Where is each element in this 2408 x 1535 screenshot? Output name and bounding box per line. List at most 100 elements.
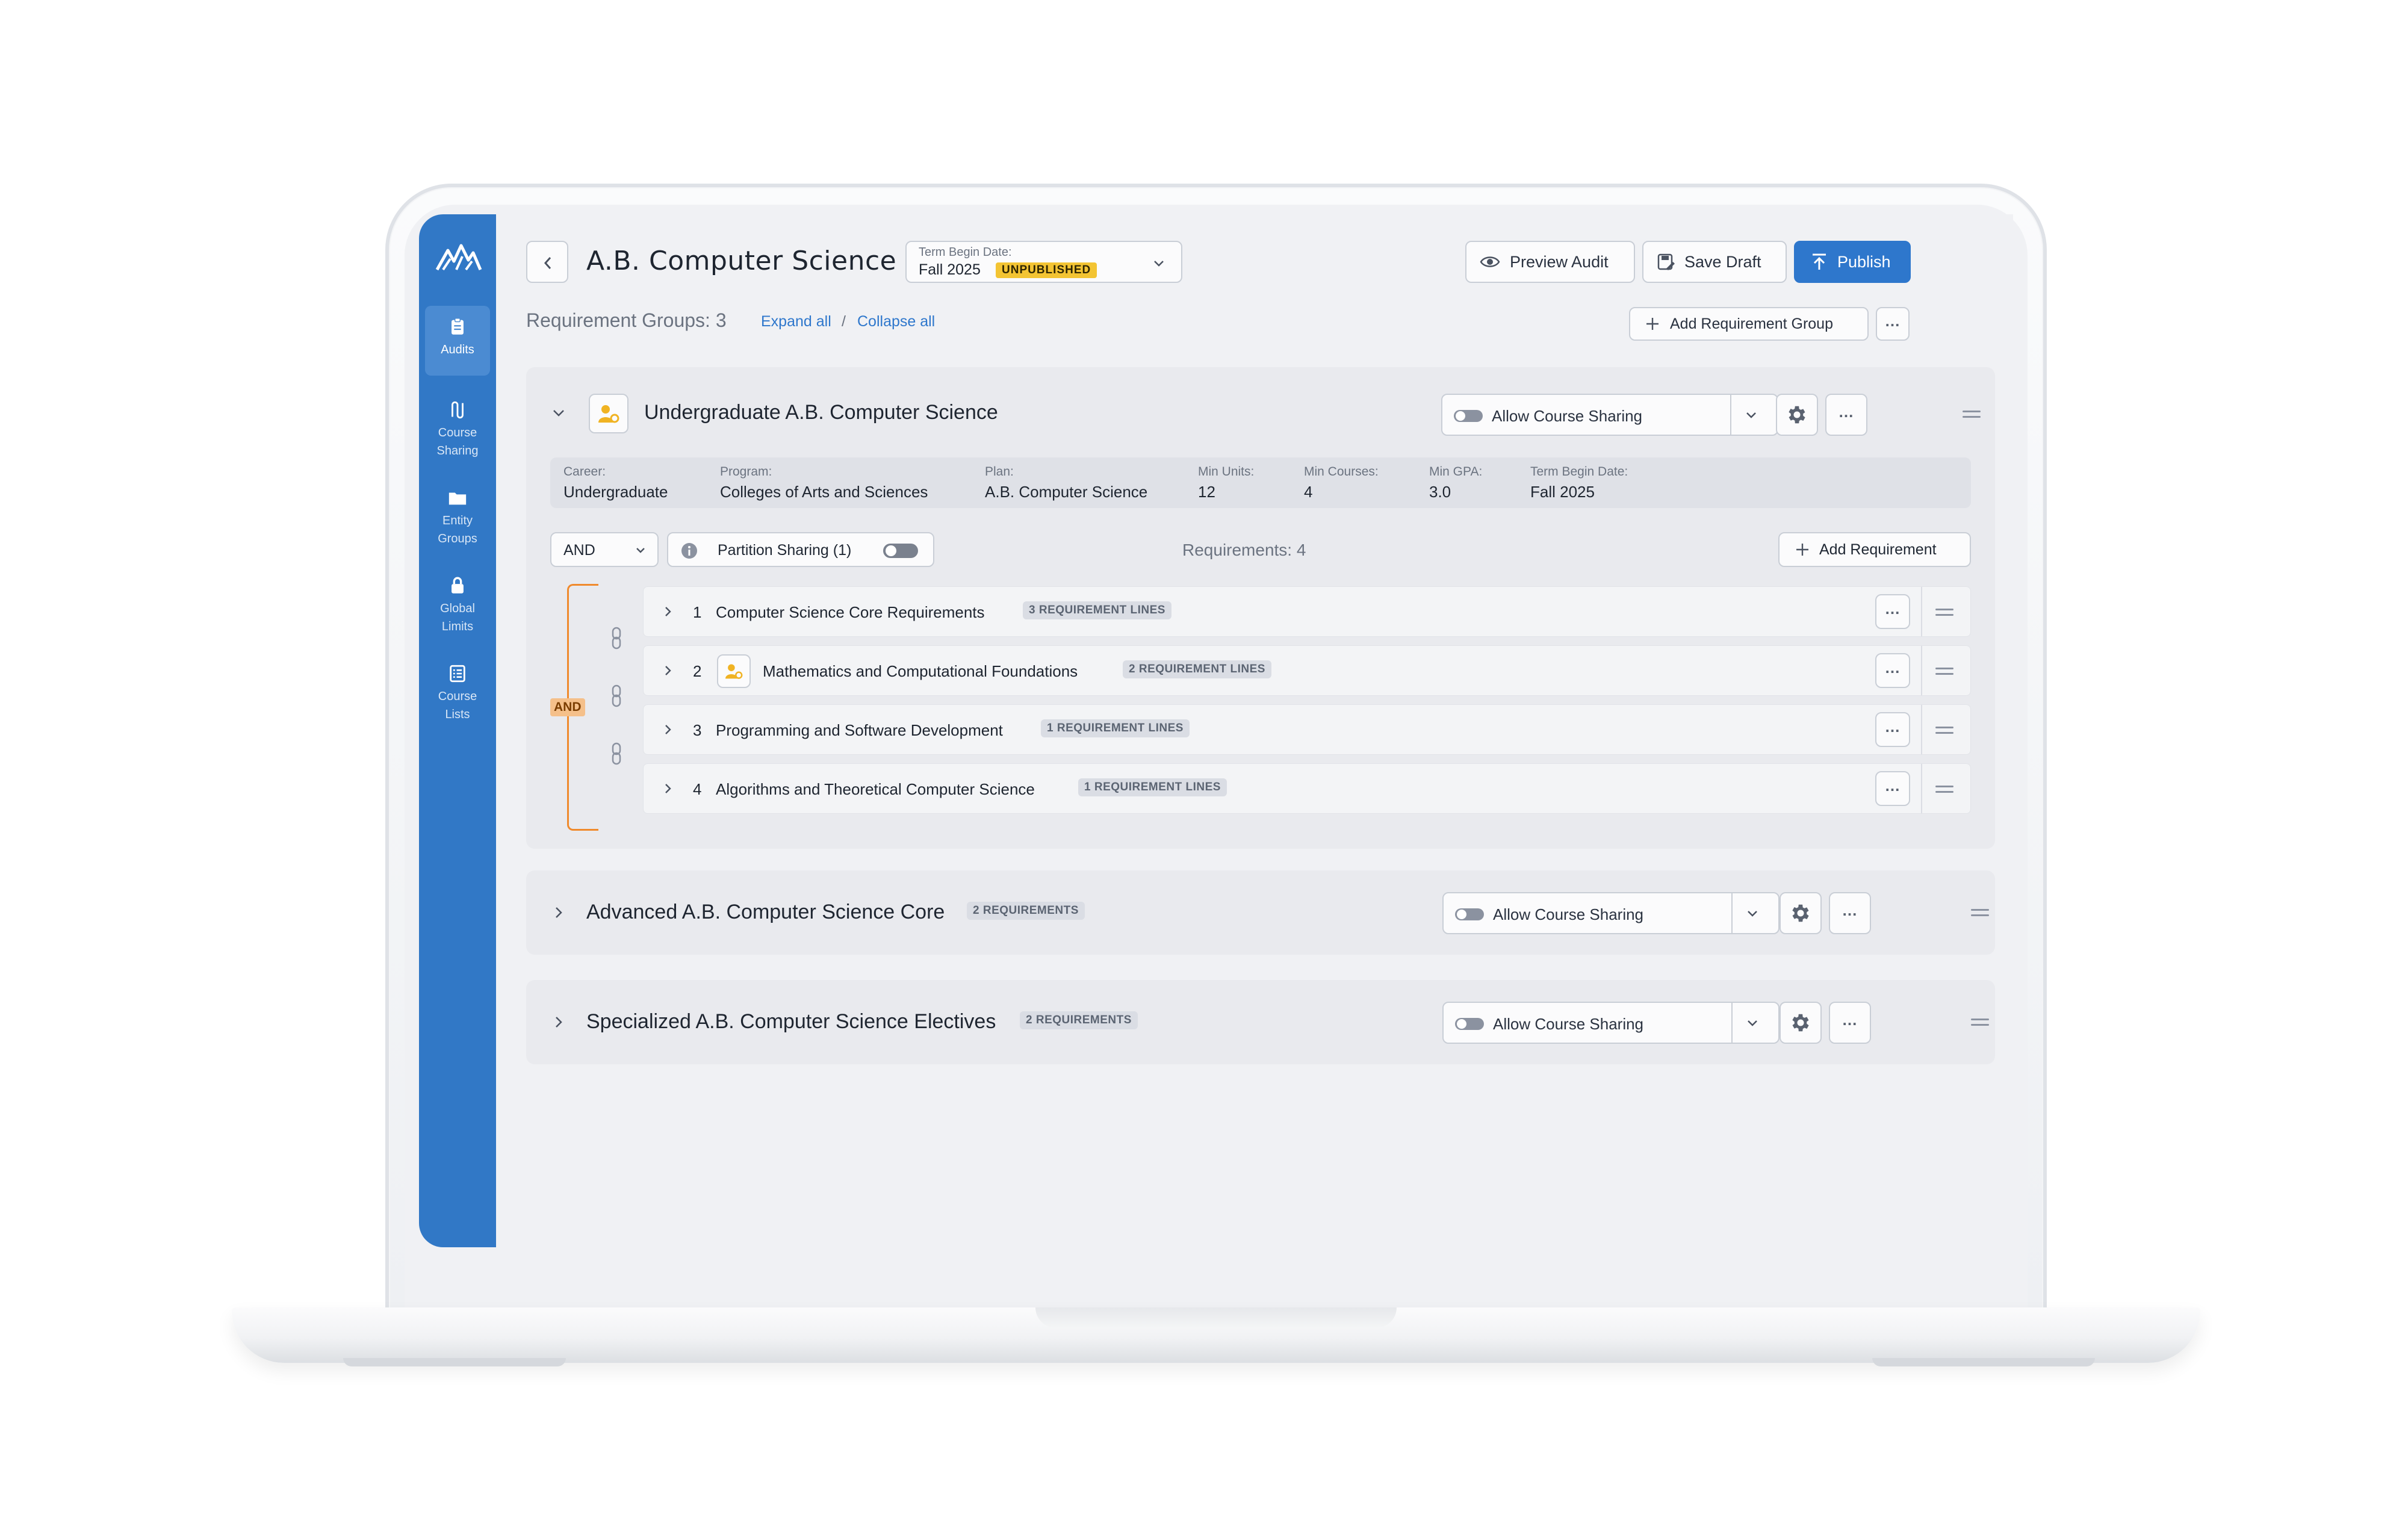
info-key: Term Begin Date: bbox=[1530, 465, 1628, 479]
add-requirement-label: Add Requirement bbox=[1819, 541, 1937, 558]
sidebar-item-label: Course bbox=[438, 690, 477, 703]
collapse-all-link[interactable]: Collapse all bbox=[857, 313, 935, 330]
chevron-down-icon[interactable] bbox=[1743, 407, 1759, 423]
save-icon bbox=[1657, 253, 1675, 270]
add-requirement-button[interactable]: Add Requirement bbox=[1778, 532, 1971, 567]
group-more-button[interactable]: … bbox=[1829, 1002, 1871, 1044]
upload-icon bbox=[1813, 253, 1826, 270]
toggle-switch[interactable] bbox=[1453, 409, 1483, 423]
chevron-right-icon[interactable] bbox=[660, 604, 675, 619]
gear-icon bbox=[1792, 904, 1809, 922]
add-requirement-group-button[interactable]: Add Requirement Group bbox=[1629, 307, 1869, 341]
chevron-right-icon[interactable] bbox=[660, 663, 675, 678]
expand-all-link[interactable]: Expand all bbox=[761, 313, 831, 330]
sidebar-item-label: Entity bbox=[442, 514, 473, 527]
ellipsis-icon: … bbox=[1884, 659, 1901, 677]
sidebar-item-label: Lists bbox=[445, 708, 470, 721]
info-key: Min Courses: bbox=[1304, 465, 1379, 479]
divider bbox=[1731, 1003, 1733, 1043]
group-settings-button[interactable] bbox=[1780, 892, 1822, 934]
info-value: Colleges of Arts and Sciences bbox=[720, 483, 928, 501]
sidebar-item-global-limits[interactable]: Global Limits bbox=[425, 565, 490, 634]
drag-handle-icon[interactable] bbox=[1935, 727, 1953, 735]
requirement-more-button[interactable]: … bbox=[1875, 712, 1910, 747]
lock-icon bbox=[452, 577, 464, 594]
plus-icon bbox=[1796, 544, 1808, 556]
laptop-foot-left bbox=[343, 1358, 566, 1366]
sidebar-item-course-lists[interactable]: Course Lists bbox=[425, 653, 490, 722]
requirement-lines-badge: 3 REQUIREMENT LINES bbox=[1023, 601, 1171, 619]
drag-handle-icon[interactable] bbox=[1935, 786, 1953, 794]
requirement-row[interactable]: 1 Computer Science Core Requirements 3 R… bbox=[643, 586, 1971, 637]
info-value: A.B. Computer Science bbox=[985, 483, 1148, 501]
drag-handle-icon[interactable] bbox=[1963, 411, 1981, 419]
ellipsis-icon: … bbox=[1842, 901, 1858, 919]
chevron-down-icon[interactable] bbox=[1745, 905, 1760, 921]
group-settings-button[interactable] bbox=[1776, 394, 1818, 436]
link-icon[interactable] bbox=[609, 626, 624, 650]
chevron-right-icon[interactable] bbox=[660, 781, 675, 796]
term-select[interactable]: Term Begin Date: Fall 2025 UNPUBLISHED bbox=[905, 241, 1182, 283]
group-settings-button[interactable] bbox=[1780, 1002, 1822, 1044]
divider bbox=[1730, 395, 1731, 435]
course-sharing-control[interactable]: Allow Course Sharing bbox=[1441, 394, 1778, 436]
link-icon[interactable] bbox=[609, 742, 624, 766]
status-badge: UNPUBLISHED bbox=[996, 262, 1097, 278]
sidebar-item-label: Limits bbox=[441, 620, 474, 633]
info-min-units: Min Units: 12 bbox=[1198, 465, 1254, 501]
save-draft-button[interactable]: Save Draft bbox=[1642, 241, 1787, 283]
group-more-button[interactable]: … bbox=[1829, 892, 1871, 934]
chevron-right-icon[interactable] bbox=[550, 1014, 567, 1031]
partition-sharing-control[interactable]: Partition Sharing (1) bbox=[667, 532, 934, 567]
back-button[interactable] bbox=[526, 241, 568, 283]
divider bbox=[1921, 764, 1922, 813]
clipboard-icon bbox=[452, 318, 464, 335]
info-program: Program: Colleges of Arts and Sciences bbox=[720, 465, 928, 501]
info-key: Plan: bbox=[985, 465, 1014, 479]
sidebar-item-entity-groups[interactable]: Entity Groups bbox=[425, 477, 490, 547]
chevron-right-icon[interactable] bbox=[550, 904, 567, 921]
toggle-switch[interactable] bbox=[1454, 908, 1485, 921]
requirements-count-badge: 2 REQUIREMENTS bbox=[1020, 1011, 1138, 1029]
requirement-more-button[interactable]: … bbox=[1875, 594, 1910, 629]
publish-button[interactable]: Publish bbox=[1794, 241, 1911, 283]
requirement-row[interactable]: 3 Programming and Software Development 1… bbox=[643, 704, 1971, 755]
term-label: Term Begin Date: bbox=[919, 246, 1012, 259]
page-title: A.B. Computer Science bbox=[586, 246, 897, 276]
drag-handle-icon[interactable] bbox=[1971, 909, 1989, 917]
app-window: Audits Course Sharing Entity Groups Glob… bbox=[419, 214, 2014, 1253]
sidebar: Audits Course Sharing Entity Groups Glob… bbox=[419, 214, 496, 1247]
info-key: Program: bbox=[720, 465, 772, 479]
drag-handle-icon[interactable] bbox=[1935, 668, 1953, 676]
requirement-lines-badge: 1 REQUIREMENT LINES bbox=[1041, 719, 1190, 737]
info-value: 3.0 bbox=[1429, 483, 1451, 501]
app-logo bbox=[435, 244, 482, 271]
requirement-row[interactable]: 2 Mathematics and Computational Foundati… bbox=[643, 645, 1971, 696]
laptop-foot-right bbox=[1872, 1358, 2095, 1366]
drag-handle-icon[interactable] bbox=[1935, 609, 1953, 617]
info-value: 4 bbox=[1304, 483, 1313, 501]
drag-handle-icon[interactable] bbox=[1971, 1019, 1989, 1027]
sidebar-item-audits[interactable]: Audits bbox=[425, 306, 490, 376]
course-sharing-control[interactable]: Allow Course Sharing bbox=[1442, 1002, 1780, 1044]
chevron-right-icon[interactable] bbox=[660, 722, 675, 737]
logic-select[interactable]: AND bbox=[550, 532, 659, 567]
info-value: Fall 2025 bbox=[1530, 483, 1595, 501]
requirement-more-button[interactable]: … bbox=[1875, 653, 1910, 688]
chevron-down-icon[interactable] bbox=[1745, 1015, 1760, 1031]
preview-audit-button[interactable]: Preview Audit bbox=[1465, 241, 1635, 283]
more-options-button[interactable]: … bbox=[1876, 307, 1910, 341]
logic-value: AND bbox=[563, 542, 595, 559]
info-value: 12 bbox=[1198, 483, 1215, 501]
link-separator: / bbox=[842, 313, 846, 330]
group-more-button[interactable]: … bbox=[1825, 394, 1867, 436]
requirement-row[interactable]: 4 Algorithms and Theoretical Computer Sc… bbox=[643, 763, 1971, 814]
course-sharing-label: Allow Course Sharing bbox=[1493, 1015, 1644, 1033]
sidebar-item-course-sharing[interactable]: Course Sharing bbox=[425, 389, 490, 459]
link-icon[interactable] bbox=[609, 684, 624, 708]
chevron-down-icon[interactable] bbox=[550, 405, 567, 421]
toggle-switch[interactable] bbox=[1454, 1017, 1485, 1031]
toggle-switch[interactable] bbox=[883, 543, 919, 559]
requirement-more-button[interactable]: … bbox=[1875, 771, 1910, 806]
course-sharing-control[interactable]: Allow Course Sharing bbox=[1442, 892, 1780, 934]
